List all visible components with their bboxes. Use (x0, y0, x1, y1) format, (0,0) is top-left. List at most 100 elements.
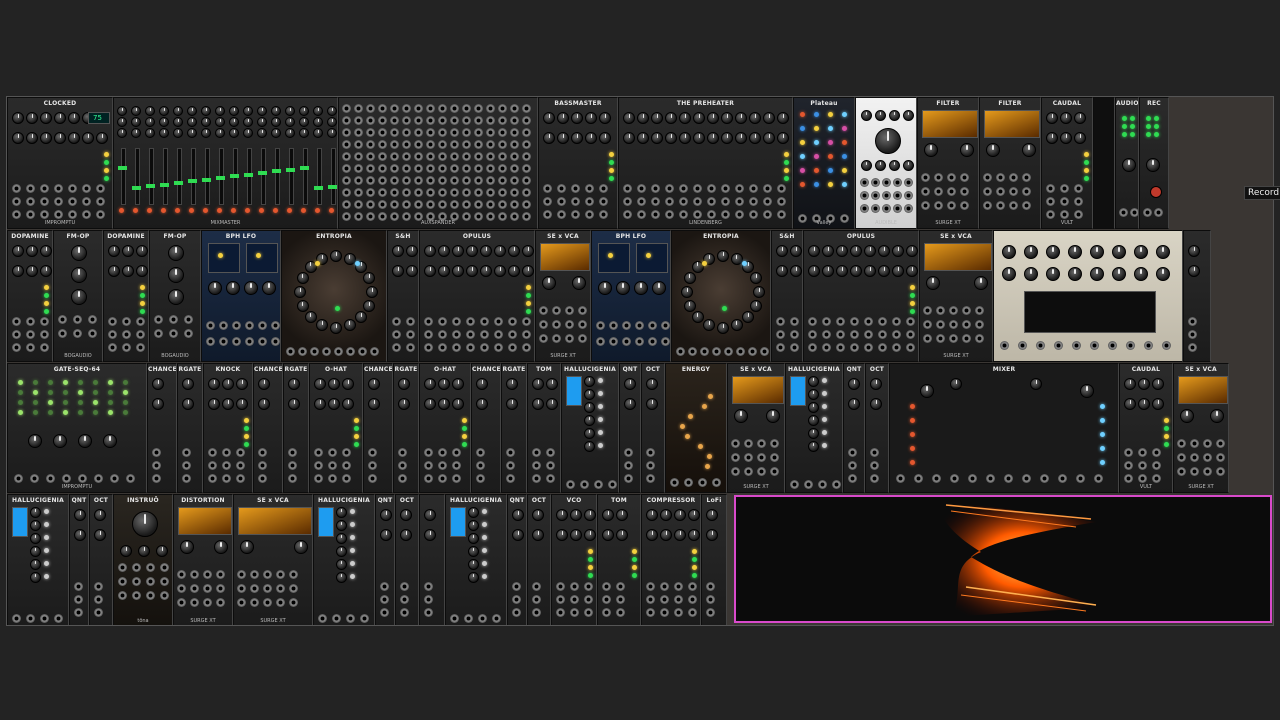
jack-port[interactable] (1126, 341, 1135, 350)
knob[interactable] (646, 529, 658, 541)
jack-port[interactable] (402, 152, 411, 161)
jack-port[interactable] (438, 128, 447, 137)
knob[interactable] (336, 559, 347, 570)
jack-port[interactable] (54, 184, 63, 193)
jack-port[interactable] (904, 204, 913, 213)
jack-port[interactable] (1022, 173, 1031, 182)
jack-port[interactable] (366, 140, 375, 149)
module-chances4[interactable]: CHANCES (471, 363, 501, 493)
fader-cap[interactable] (272, 169, 281, 174)
fader-cap[interactable] (146, 184, 155, 189)
jack-port[interactable] (450, 140, 459, 149)
knob[interactable] (108, 245, 120, 257)
knob[interactable] (1024, 267, 1038, 281)
jack-port[interactable] (1190, 453, 1199, 462)
jack-port[interactable] (12, 317, 21, 326)
module-filter2[interactable]: FILTER (979, 97, 1041, 229)
jack-port[interactable] (688, 608, 697, 617)
jack-port[interactable] (860, 191, 869, 200)
module-halluc1[interactable]: HALLUCIGENIA (561, 363, 619, 493)
jack-port[interactable] (660, 582, 669, 591)
jack-port[interactable] (622, 321, 631, 330)
jack-port[interactable] (871, 178, 880, 187)
knob[interactable] (159, 117, 169, 127)
knob[interactable] (380, 529, 392, 541)
knob[interactable] (40, 112, 52, 124)
jack-port[interactable] (400, 582, 409, 591)
jack-port[interactable] (565, 334, 574, 343)
jack-port[interactable] (236, 461, 245, 470)
knob[interactable] (903, 160, 914, 171)
jack-port[interactable] (74, 582, 83, 591)
jack-port[interactable] (936, 334, 945, 343)
jack-port[interactable] (864, 317, 873, 326)
jack-port[interactable] (1022, 201, 1031, 210)
jack-port[interactable] (54, 210, 63, 219)
jack-port[interactable] (688, 347, 697, 356)
jack-port[interactable] (368, 461, 377, 470)
jack-port[interactable] (960, 201, 969, 210)
jack-port[interactable] (934, 201, 943, 210)
jack-port[interactable] (380, 582, 389, 591)
jack-port[interactable] (498, 140, 507, 149)
jack-port[interactable] (878, 343, 887, 352)
jack-port[interactable] (438, 176, 447, 185)
knob[interactable] (400, 509, 412, 521)
jack-port[interactable] (40, 343, 49, 352)
jack-port[interactable] (822, 343, 831, 352)
knob[interactable] (660, 529, 672, 541)
jack-port[interactable] (934, 173, 943, 182)
jack-port[interactable] (923, 306, 932, 315)
jack-port[interactable] (522, 176, 531, 185)
fader-cap[interactable] (286, 167, 295, 172)
jack-port[interactable] (1152, 448, 1161, 457)
jack-port[interactable] (616, 608, 625, 617)
jack-port[interactable] (949, 334, 958, 343)
jack-port[interactable] (146, 563, 155, 572)
knob[interactable] (187, 106, 197, 116)
jack-port[interactable] (424, 461, 433, 470)
knob[interactable] (424, 509, 436, 521)
jack-port[interactable] (366, 200, 375, 209)
jack-port[interactable] (452, 474, 461, 483)
jack-port[interactable] (950, 474, 959, 483)
jack-port[interactable] (438, 116, 447, 125)
jack-port[interactable] (182, 461, 191, 470)
jack-port[interactable] (438, 188, 447, 197)
knob[interactable] (861, 110, 872, 121)
jack-port[interactable] (68, 210, 77, 219)
knob[interactable] (808, 415, 819, 426)
jack-port[interactable] (58, 315, 67, 324)
jack-port[interactable] (616, 582, 625, 591)
jack-port[interactable] (836, 330, 845, 339)
jack-port[interactable] (40, 317, 49, 326)
jack-port[interactable] (426, 128, 435, 137)
knob[interactable] (730, 319, 743, 332)
jack-port[interactable] (776, 330, 785, 339)
knob[interactable] (328, 378, 340, 390)
jack-port[interactable] (450, 188, 459, 197)
knob[interactable] (168, 289, 184, 305)
jack-port[interactable] (1074, 184, 1083, 193)
knob[interactable] (54, 132, 66, 144)
module-blank1[interactable] (1093, 97, 1115, 229)
knob[interactable] (78, 434, 92, 448)
jack-port[interactable] (1188, 317, 1197, 326)
jack-port[interactable] (1090, 341, 1099, 350)
jack-port[interactable] (474, 140, 483, 149)
jack-port[interactable] (160, 577, 169, 586)
jack-port[interactable] (354, 104, 363, 113)
jack-port[interactable] (777, 210, 786, 219)
knob[interactable] (330, 322, 342, 334)
knob[interactable] (438, 398, 450, 410)
knob[interactable] (624, 398, 636, 410)
knob[interactable] (875, 160, 886, 171)
jack-port[interactable] (808, 317, 817, 326)
jack-port[interactable] (776, 343, 785, 352)
jack-port[interactable] (380, 595, 389, 604)
jack-port[interactable] (390, 200, 399, 209)
knob[interactable] (1134, 245, 1148, 259)
fader[interactable] (258, 148, 267, 205)
knob[interactable] (512, 529, 524, 541)
jack-port[interactable] (1152, 474, 1161, 483)
